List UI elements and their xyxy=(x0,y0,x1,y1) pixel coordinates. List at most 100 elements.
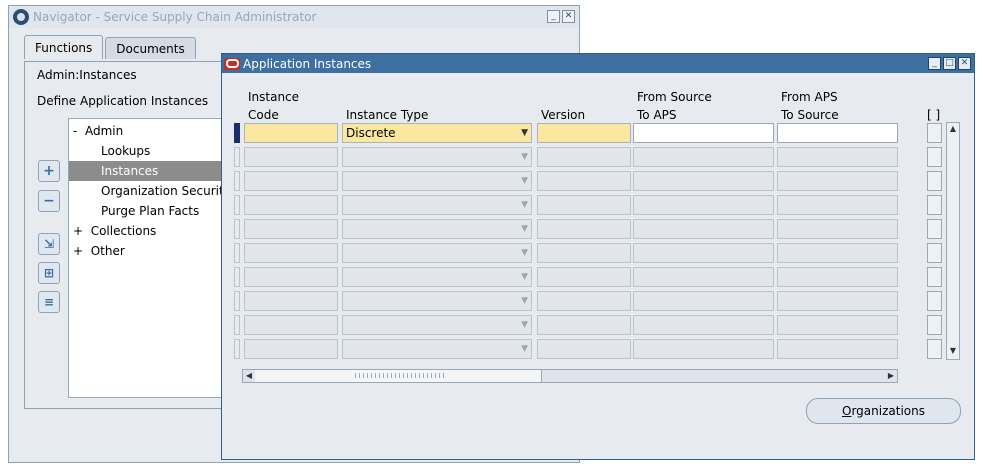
row-flag-checkbox[interactable] xyxy=(927,219,942,239)
version-field[interactable] xyxy=(537,339,631,359)
dropdown-arrow-icon[interactable]: ▼ xyxy=(521,172,528,190)
instance-code-field[interactable] xyxy=(244,291,338,311)
instance-code-field[interactable] xyxy=(244,339,338,359)
minimize-icon[interactable]: _ xyxy=(928,57,941,70)
tree-item-organization-security[interactable]: Organization Security xyxy=(101,181,231,201)
dropdown-arrow-icon[interactable]: ▼ xyxy=(521,220,528,238)
tab-functions[interactable]: Functions xyxy=(24,35,104,59)
row-flag-checkbox[interactable] xyxy=(927,123,942,143)
row-flag-checkbox[interactable] xyxy=(927,171,942,191)
instance-code-field[interactable] xyxy=(244,123,338,143)
version-field[interactable] xyxy=(537,243,631,263)
instance-code-field[interactable] xyxy=(244,267,338,287)
scroll-up-icon[interactable]: ▲ xyxy=(947,124,959,136)
instance-type-select[interactable]: ▼ xyxy=(342,315,532,335)
scroll-left-icon[interactable]: ◀ xyxy=(243,370,255,382)
record-indicator[interactable] xyxy=(234,219,240,239)
minimize-icon[interactable]: _ xyxy=(547,10,560,23)
current-record-indicator[interactable] xyxy=(234,123,240,143)
tab-documents[interactable]: Documents xyxy=(105,37,196,59)
from-aps-to-source-field[interactable] xyxy=(777,315,898,335)
from-aps-to-source-field[interactable] xyxy=(777,195,898,215)
record-indicator[interactable] xyxy=(234,243,240,263)
from-source-to-aps-field[interactable] xyxy=(633,195,774,215)
version-field[interactable] xyxy=(537,123,631,143)
from-source-to-aps-field[interactable] xyxy=(633,219,774,239)
dropdown-arrow-icon[interactable]: ▼ xyxy=(521,340,528,358)
row-flag-checkbox[interactable] xyxy=(927,147,942,167)
tree-item-instances[interactable]: Instances xyxy=(69,161,229,181)
record-indicator[interactable] xyxy=(234,315,240,335)
collapse-button[interactable]: − xyxy=(38,190,60,212)
expand-toggle[interactable]: + xyxy=(73,244,83,258)
row-flag-checkbox[interactable] xyxy=(927,243,942,263)
from-source-to-aps-field[interactable] xyxy=(633,171,774,191)
from-aps-to-source-field[interactable] xyxy=(777,123,898,143)
tree-item-collections[interactable]: + Collections xyxy=(73,221,156,241)
from-aps-to-source-field[interactable] xyxy=(777,339,898,359)
row-flag-checkbox[interactable] xyxy=(927,339,942,359)
scroll-thumb[interactable] xyxy=(255,370,542,382)
collapse-all-button[interactable]: ≡ xyxy=(38,291,60,313)
from-source-to-aps-field[interactable] xyxy=(633,243,774,263)
record-indicator[interactable] xyxy=(234,291,240,311)
navigator-title-bar[interactable]: Navigator - Service Supply Chain Adminis… xyxy=(9,6,579,28)
from-aps-to-source-field[interactable] xyxy=(777,147,898,167)
dropdown-arrow-icon[interactable]: ▼ xyxy=(521,124,528,142)
collapse-toggle[interactable]: - xyxy=(73,124,77,138)
record-indicator[interactable] xyxy=(234,267,240,287)
horizontal-scrollbar[interactable]: ◀ ▶ xyxy=(242,369,898,383)
dropdown-arrow-icon[interactable]: ▼ xyxy=(521,316,528,334)
from-source-to-aps-field[interactable] xyxy=(633,291,774,311)
record-indicator[interactable] xyxy=(234,339,240,359)
instance-code-field[interactable] xyxy=(244,243,338,263)
instance-type-select[interactable]: ▼ xyxy=(342,243,532,263)
expand-button[interactable]: + xyxy=(38,160,60,182)
record-indicator[interactable] xyxy=(234,195,240,215)
application-instances-title-bar[interactable]: Application Instances _ □ ✕ xyxy=(222,54,974,73)
from-aps-to-source-field[interactable] xyxy=(777,219,898,239)
dropdown-arrow-icon[interactable]: ▼ xyxy=(521,244,528,262)
dropdown-arrow-icon[interactable]: ▼ xyxy=(521,196,528,214)
record-indicator[interactable] xyxy=(234,147,240,167)
tree-item-purge-plan-facts[interactable]: Purge Plan Facts xyxy=(101,201,199,221)
scroll-right-icon[interactable]: ▶ xyxy=(885,370,897,382)
version-field[interactable] xyxy=(537,219,631,239)
tree-item-other[interactable]: + Other xyxy=(73,241,125,261)
organizations-button[interactable]: Organizations xyxy=(806,398,961,424)
instance-type-select[interactable]: ▼ xyxy=(342,147,532,167)
instance-code-field[interactable] xyxy=(244,219,338,239)
row-flag-checkbox[interactable] xyxy=(927,195,942,215)
record-indicator[interactable] xyxy=(234,171,240,191)
version-field[interactable] xyxy=(537,171,631,191)
from-source-to-aps-field[interactable] xyxy=(633,123,774,143)
dropdown-arrow-icon[interactable]: ▼ xyxy=(521,148,528,166)
row-flag-checkbox[interactable] xyxy=(927,267,942,287)
from-source-to-aps-field[interactable] xyxy=(633,267,774,287)
expand-branch-button[interactable]: ⇲ xyxy=(38,233,60,255)
instance-type-select[interactable]: ▼ xyxy=(342,291,532,311)
instance-code-field[interactable] xyxy=(244,315,338,335)
from-source-to-aps-field[interactable] xyxy=(633,339,774,359)
row-flag-checkbox[interactable] xyxy=(927,315,942,335)
instance-code-field[interactable] xyxy=(244,195,338,215)
maximize-icon[interactable]: □ xyxy=(943,57,956,70)
instance-type-select[interactable]: ▼ xyxy=(342,339,532,359)
version-field[interactable] xyxy=(537,267,631,287)
instance-type-select[interactable]: ▼ xyxy=(342,171,532,191)
close-icon[interactable]: ✕ xyxy=(958,57,971,70)
tree-item-admin[interactable]: - Admin xyxy=(73,121,123,141)
dropdown-arrow-icon[interactable]: ▼ xyxy=(521,268,528,286)
dropdown-arrow-icon[interactable]: ▼ xyxy=(521,292,528,310)
instance-type-select[interactable]: ▼ xyxy=(342,219,532,239)
from-source-to-aps-field[interactable] xyxy=(633,315,774,335)
from-aps-to-source-field[interactable] xyxy=(777,171,898,191)
version-field[interactable] xyxy=(537,195,631,215)
instance-type-select[interactable]: Discrete ▼ xyxy=(342,123,532,143)
from-aps-to-source-field[interactable] xyxy=(777,267,898,287)
vertical-scrollbar[interactable]: ▲ ▼ xyxy=(946,122,960,360)
expand-all-button[interactable]: ⊞ xyxy=(38,262,60,284)
close-icon[interactable]: ✕ xyxy=(562,10,575,23)
row-flag-checkbox[interactable] xyxy=(927,291,942,311)
version-field[interactable] xyxy=(537,147,631,167)
